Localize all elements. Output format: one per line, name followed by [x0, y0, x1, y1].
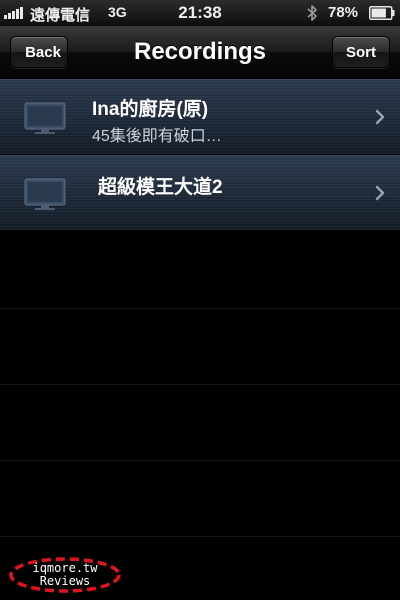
watermark-line2: Reviews	[39, 574, 91, 588]
empty-row-divider	[0, 384, 400, 385]
empty-row-divider	[0, 308, 400, 309]
tv-icon	[24, 178, 66, 210]
empty-row-divider	[0, 460, 400, 461]
recording-row[interactable]: 超級模王大道2	[0, 155, 400, 231]
status-bar: 遠傳電信 3G 21:38 78%	[0, 0, 400, 26]
sort-button-label: Sort	[346, 44, 376, 61]
recording-title: Ina的廚房(原)	[92, 99, 209, 120]
tv-icon	[24, 102, 66, 134]
recording-title: 超級模王大道2	[98, 177, 223, 198]
watermark-logo: iqmore.tw Reviews	[8, 556, 122, 594]
recordings-list: Ina的廚房(原) 45集後即有破口… 超級模王大道2	[0, 79, 400, 231]
recording-row[interactable]: Ina的廚房(原) 45集後即有破口…	[0, 79, 400, 155]
empty-row-divider	[0, 536, 400, 537]
recording-subtitle: 45集後即有破口…	[92, 128, 222, 145]
screen: 遠傳電信 3G 21:38 78% Back Recordings Sort I…	[0, 0, 400, 600]
chevron-right-icon	[375, 185, 385, 201]
chevron-right-icon	[375, 109, 385, 125]
bluetooth-icon	[307, 5, 317, 21]
battery-percentage: 78%	[328, 4, 359, 21]
sort-button[interactable]: Sort	[332, 36, 390, 68]
battery-icon	[369, 6, 395, 20]
nav-bar: Back Recordings Sort	[0, 26, 400, 79]
